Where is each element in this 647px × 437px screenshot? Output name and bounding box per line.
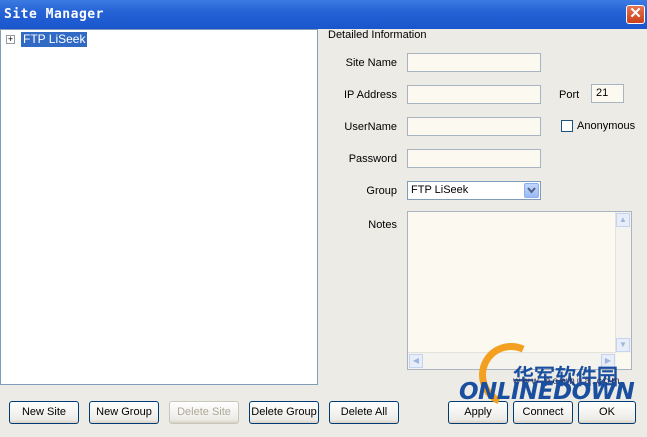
detailed-information-group: Detailed Information [328, 29, 427, 41]
tree-node-label[interactable]: FTP LiSeek [21, 32, 88, 47]
ip-address-label: IP Address [344, 89, 397, 101]
apply-button[interactable]: Apply [448, 401, 508, 424]
window-title: Site Manager [4, 7, 104, 22]
arrow-left-icon[interactable]: ◀ [409, 354, 423, 368]
delete-group-button[interactable]: Delete Group [249, 401, 319, 424]
new-site-button[interactable]: New Site [9, 401, 79, 424]
group-select-value: FTP LiSeek [411, 184, 469, 196]
anonymous-checkbox[interactable] [561, 120, 573, 132]
watermark-url: www.newhua.com [513, 376, 622, 387]
site-tree[interactable]: + FTP LiSeek [0, 29, 318, 385]
notes-horizontal-scrollbar[interactable]: ◀ ▶ [408, 352, 616, 369]
site-name-field[interactable] [407, 53, 541, 72]
arrow-up-icon[interactable]: ▲ [616, 213, 630, 227]
password-field[interactable] [407, 149, 541, 168]
plus-box-icon[interactable]: + [6, 35, 15, 44]
ip-address-field[interactable] [407, 85, 541, 104]
port-field[interactable]: 21 [591, 84, 624, 103]
username-field[interactable] [407, 117, 541, 136]
password-label: Password [348, 153, 397, 165]
group-label: Group [366, 185, 397, 197]
close-button[interactable]: ✕ [626, 5, 645, 24]
site-name-label: Site Name [345, 57, 397, 69]
chevron-down-icon [527, 187, 536, 194]
delete-site-button[interactable]: Delete Site [169, 401, 239, 424]
username-label: UserName [344, 121, 397, 133]
notes-textarea[interactable]: ▲ ▼ ◀ ▶ [407, 211, 632, 370]
ok-button[interactable]: OK [578, 401, 636, 424]
group-dropdown-button[interactable] [524, 183, 539, 198]
title-bar: Site Manager ✕ [0, 0, 647, 29]
notes-vertical-scrollbar[interactable]: ▲ ▼ [615, 212, 631, 353]
connect-button[interactable]: Connect [513, 401, 573, 424]
delete-all-button[interactable]: Delete All [329, 401, 399, 424]
arrow-down-icon[interactable]: ▼ [616, 338, 630, 352]
arrow-right-icon[interactable]: ▶ [601, 354, 615, 368]
notes-label: Notes [368, 219, 397, 231]
group-select[interactable]: FTP LiSeek [407, 181, 541, 200]
port-label: Port [559, 89, 580, 101]
close-icon: ✕ [629, 5, 642, 22]
anonymous-label[interactable]: Anonymous [577, 120, 635, 132]
new-group-button[interactable]: New Group [89, 401, 159, 424]
